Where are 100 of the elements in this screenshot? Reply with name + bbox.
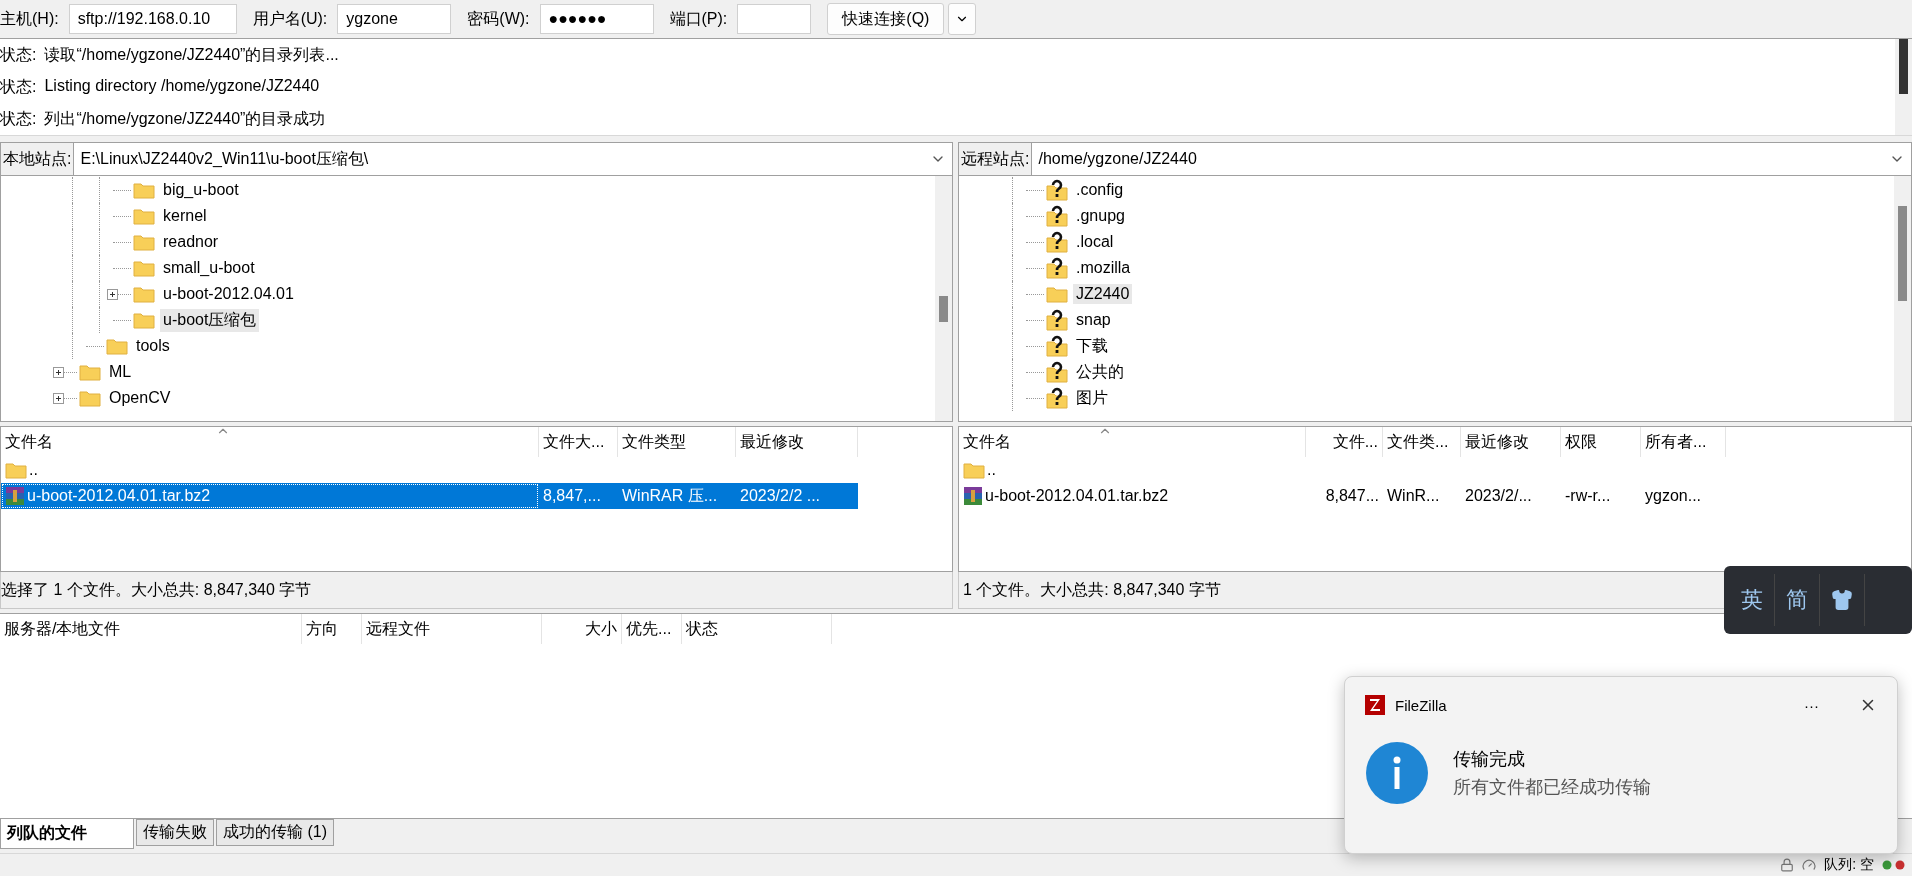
column-header[interactable]: 服务器/本地文件 (0, 614, 302, 644)
question-folder-icon (1046, 335, 1068, 357)
log-message: 列出“/home/ygzone/JZ2440”的目录成功 (44, 108, 326, 129)
column-header[interactable]: 所有者... (1641, 427, 1726, 457)
tab[interactable]: 传输失败 (136, 819, 214, 846)
column-header[interactable]: 远程文件 (362, 614, 542, 644)
queue-status: 队列: 空 (1824, 856, 1874, 874)
folder-icon (1046, 285, 1068, 303)
table-cell-text: 8,847,... (542, 486, 602, 506)
question-folder-icon (1046, 387, 1068, 409)
file-row[interactable]: u-boot-2012.04.01.tar.bz2 8,847... WinR... 2023/2/... -rw-r... ygzon... (959, 483, 1726, 509)
tree-item[interactable]: OpenCV (106, 388, 174, 408)
column-header[interactable]: 优先... (622, 614, 682, 644)
file-name: u-boot-2012.04.01.tar.bz2 (985, 487, 1169, 505)
notification-message: 所有文件都已经成功传输 (1453, 776, 1651, 799)
app-name: FileZilla (1395, 696, 1447, 714)
log-label: 状态: (0, 76, 37, 97)
tree-item[interactable]: JZ2440 (1073, 284, 1133, 304)
tree-item[interactable]: .mozilla (1073, 258, 1134, 278)
field-label: 用户名(U): (252, 8, 328, 29)
tree-item[interactable]: u-boot-2012.04.01 (160, 284, 297, 304)
field-label: 端口(P): (669, 8, 728, 29)
column-header[interactable]: 状态 (682, 614, 832, 644)
file-row[interactable]: u-boot-2012.04.01.tar.bz2 8,847,... WinRAR 压... 2023/2/2 ... (1, 483, 858, 509)
table-cell-text: 8,847... (1324, 486, 1380, 506)
tree-item[interactable]: .local (1073, 232, 1117, 252)
tree-item[interactable]: 图片 (1073, 386, 1111, 410)
app-logo-icon (1365, 695, 1385, 715)
info-icon (1365, 741, 1429, 805)
activity-lights-icon (1882, 860, 1906, 870)
tree-item[interactable]: small_u-boot (160, 258, 258, 278)
tree-item[interactable]: 公共的 (1073, 360, 1127, 384)
shirt-icon[interactable] (1831, 589, 1853, 611)
input-field[interactable] (737, 4, 812, 34)
tree-item[interactable]: snap (1073, 310, 1114, 330)
question-folder-icon (1046, 205, 1068, 227)
tree-item[interactable]: kernel (160, 206, 210, 226)
tree-item[interactable]: tools (133, 336, 173, 356)
status-text: 选择了 1 个文件。大小总共: 8,847,340 字节 (1, 579, 312, 600)
expand-icon[interactable] (107, 288, 118, 300)
question-folder-icon (1046, 179, 1068, 201)
question-folder-icon (1046, 257, 1068, 279)
table-cell-text: -rw-r... (1564, 486, 1612, 506)
tree-item[interactable]: .config (1073, 180, 1127, 200)
log-message: 读取“/home/ygzone/JZ2440”的目录列表... (44, 44, 339, 65)
tree-item[interactable]: 下载 (1073, 334, 1111, 358)
input-field[interactable]: sftp://192.168.0.10 (68, 4, 237, 34)
column-header[interactable]: 最近修改 (736, 427, 858, 457)
file-name: .. (29, 461, 38, 479)
file-row[interactable]: .. (1, 457, 539, 483)
status-text: 1 个文件。大小总共: 8,847,340 字节 (963, 579, 1221, 600)
table-cell-text: 2023/2/2 ... (739, 486, 822, 506)
tab[interactable]: 成功的传输 (1) (216, 819, 334, 846)
column-header[interactable]: 文件名 (959, 427, 1306, 457)
input-field[interactable]: ●●●●●● (539, 4, 654, 34)
speed-limit-icon (1802, 858, 1817, 872)
column-header[interactable]: 文件类... (1383, 427, 1461, 457)
column-header[interactable]: 文件... (1306, 427, 1383, 457)
tab[interactable]: 列队的文件 (0, 819, 134, 849)
notification-title: 传输完成 (1453, 748, 1526, 771)
scrollbar-thumb[interactable] (939, 296, 948, 322)
column-header[interactable]: 方向 (302, 614, 362, 644)
input-field[interactable]: ygzone (337, 4, 452, 34)
table-cell-text: ygzon... (1644, 486, 1703, 506)
column-header[interactable]: 权限 (1561, 427, 1641, 457)
column-header[interactable]: 大小 (542, 614, 622, 644)
lock-icon (1780, 858, 1795, 872)
folder-icon (133, 311, 155, 329)
tree-item[interactable]: .gnupg (1073, 206, 1128, 226)
column-header[interactable]: 文件类型 (618, 427, 736, 457)
tree-item[interactable]: readnor (160, 232, 222, 252)
tree-item[interactable]: u-boot压缩包 (160, 308, 260, 332)
question-folder-icon (1046, 361, 1068, 383)
quick-connect-button[interactable]: 快速连接(Q) (827, 3, 945, 35)
folder-icon (106, 337, 128, 355)
column-header[interactable]: 文件名 (1, 427, 539, 457)
scrollbar-thumb[interactable] (1898, 206, 1907, 301)
folder-icon (133, 259, 155, 277)
ime-key[interactable]: 简 (1775, 574, 1820, 626)
table-cell-text: WinRAR 压... (621, 485, 719, 506)
log-message: Listing directory /home/ygzone/JZ2440 (44, 76, 320, 96)
field-label: 主机(H): (0, 8, 59, 29)
folder-icon (5, 461, 27, 479)
question-folder-icon (1046, 231, 1068, 253)
file-name: u-boot-2012.04.01.tar.bz2 (27, 487, 211, 505)
file-row[interactable]: .. (959, 457, 1306, 483)
column-header[interactable]: 文件大... (539, 427, 618, 457)
file-name: .. (987, 461, 996, 479)
scrollbar-thumb[interactable] (1899, 39, 1908, 94)
ime-key[interactable]: 英 (1730, 574, 1775, 626)
folder-icon (133, 207, 155, 225)
column-header[interactable]: 最近修改 (1461, 427, 1561, 457)
expand-icon[interactable] (53, 366, 64, 378)
more-button[interactable]: ··· (1804, 696, 1819, 714)
folder-icon (133, 181, 155, 199)
tree-item[interactable]: big_u-boot (160, 180, 242, 200)
expand-icon[interactable] (53, 392, 64, 404)
archive-icon (963, 486, 983, 506)
folder-icon (79, 389, 101, 407)
tree-item[interactable]: ML (106, 362, 135, 382)
